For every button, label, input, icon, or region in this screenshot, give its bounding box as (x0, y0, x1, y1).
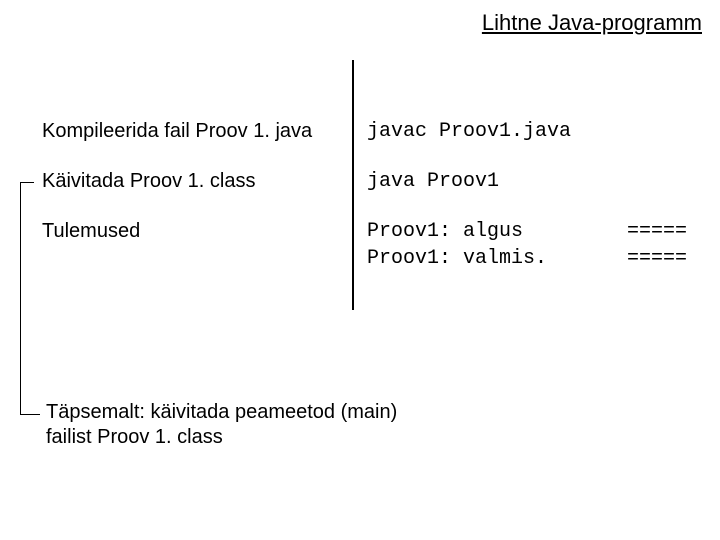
output-line2-left: Proov1: valmis. (367, 247, 547, 270)
label-results: Tulemused (42, 220, 140, 243)
command-compile: javac Proov1.java (367, 120, 571, 143)
bracket-bottom (20, 414, 40, 415)
label-run: Käivitada Proov 1. class (42, 170, 255, 193)
footnote-line2: failist Proov 1. class (46, 426, 223, 448)
label-compile: Kompileerida fail Proov 1. java (42, 120, 312, 143)
footnote: Täpsemalt: käivitada peameetod (main) fa… (46, 400, 397, 450)
bracket-top (20, 182, 34, 183)
bracket-line (20, 183, 21, 414)
output-line1-right: ===== (627, 220, 687, 243)
vertical-divider (352, 60, 354, 310)
footnote-line1: Täpsemalt: käivitada peameetod (main) (46, 401, 397, 423)
slide-title: Lihtne Java-programm (482, 10, 702, 36)
output-line2-right: ===== (627, 247, 687, 270)
command-run: java Proov1 (367, 170, 499, 193)
output-line1-left: Proov1: algus (367, 220, 523, 243)
